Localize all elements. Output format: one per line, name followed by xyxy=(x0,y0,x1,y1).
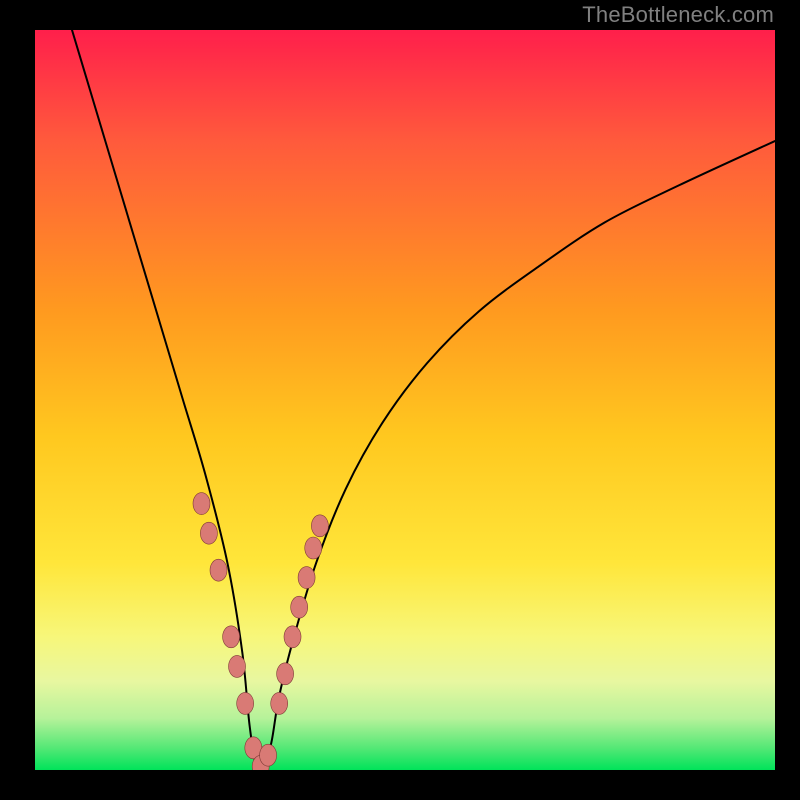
gradient-background xyxy=(35,30,775,770)
highlight-marker xyxy=(298,567,315,589)
plot-svg xyxy=(35,30,775,770)
highlight-marker xyxy=(237,692,254,714)
highlight-marker xyxy=(305,537,322,559)
highlight-marker xyxy=(229,655,246,677)
highlight-marker xyxy=(291,596,308,618)
plot-area xyxy=(35,30,775,770)
highlight-marker xyxy=(260,744,277,766)
highlight-marker xyxy=(223,626,240,648)
highlight-marker xyxy=(193,493,210,515)
highlight-marker xyxy=(200,522,217,544)
highlight-marker xyxy=(284,626,301,648)
chart-frame: TheBottleneck.com xyxy=(0,0,800,800)
highlight-marker xyxy=(311,515,328,537)
highlight-marker xyxy=(210,559,227,581)
highlight-marker xyxy=(277,663,294,685)
highlight-marker xyxy=(271,692,288,714)
watermark-label: TheBottleneck.com xyxy=(582,2,774,28)
